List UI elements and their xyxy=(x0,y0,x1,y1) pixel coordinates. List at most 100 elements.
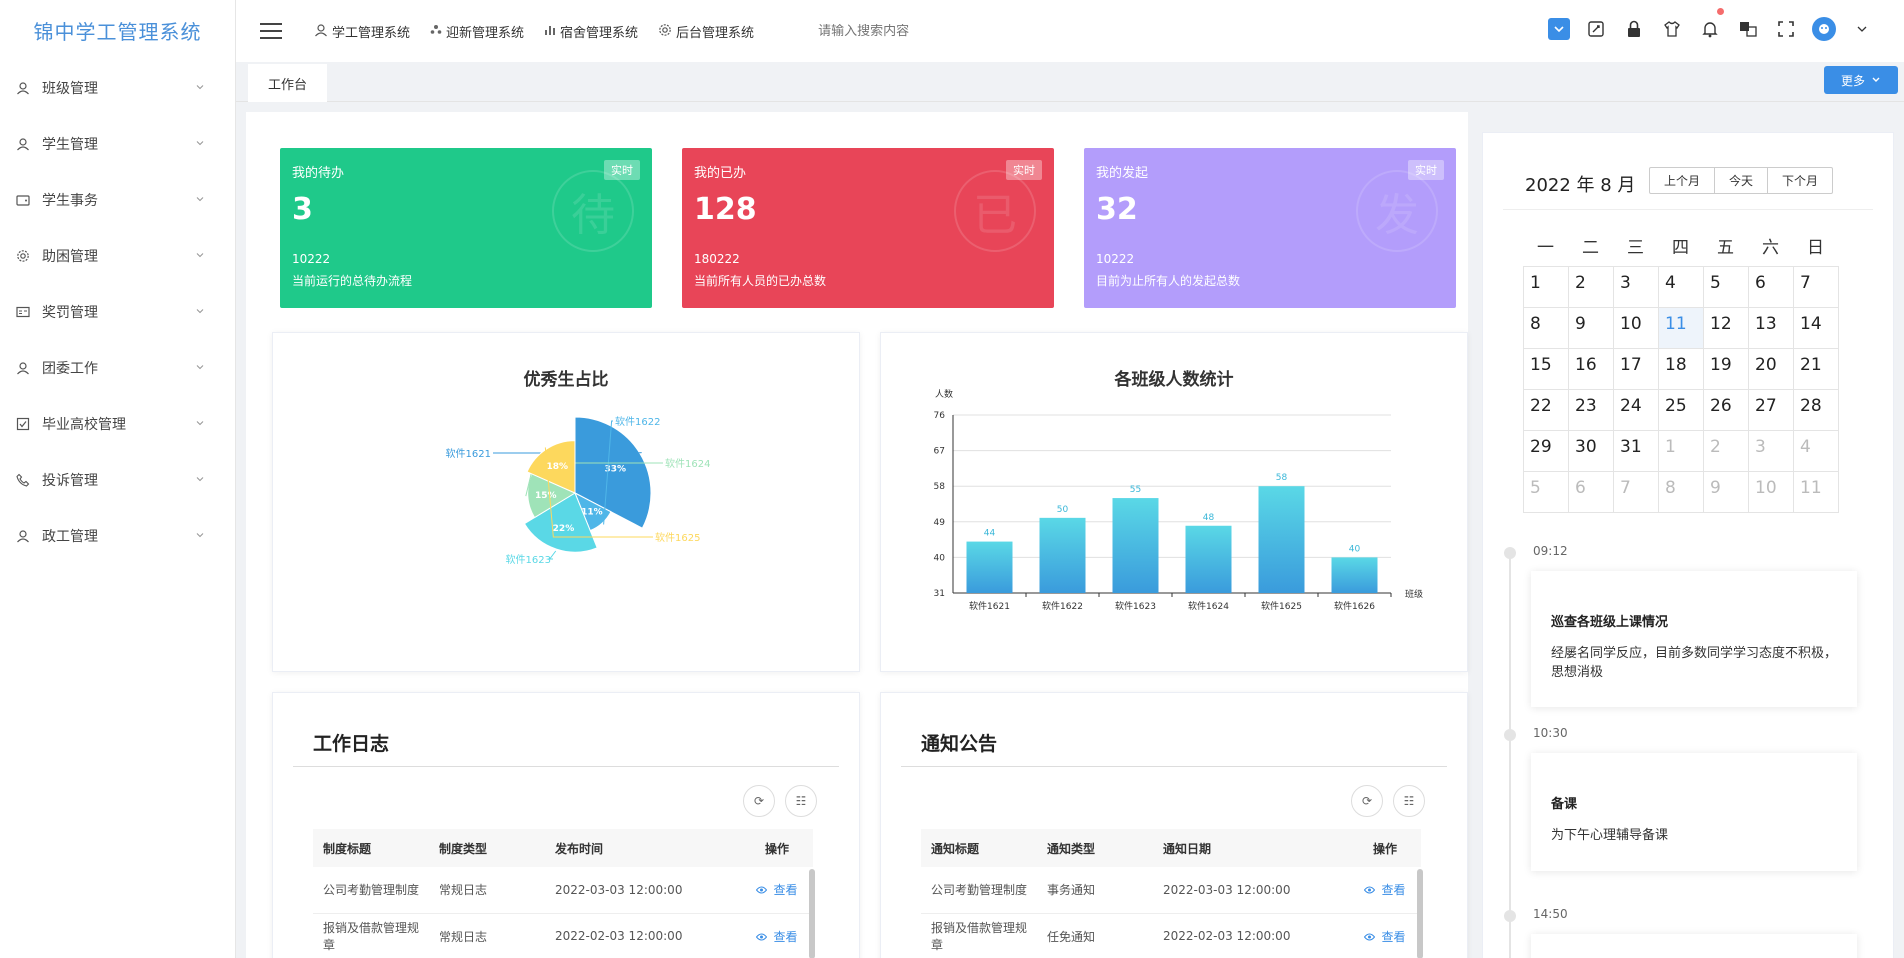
calendar-day[interactable]: 4 xyxy=(1794,431,1839,472)
bar[interactable] xyxy=(1112,498,1159,593)
view-link[interactable]: 查看 xyxy=(1364,930,1406,944)
bar[interactable] xyxy=(966,541,1013,593)
calendar-day[interactable]: 5 xyxy=(1704,267,1749,308)
calendar-day[interactable]: 31 xyxy=(1614,431,1659,472)
sidebar-item[interactable]: 奖罚管理 xyxy=(0,284,235,340)
calendar-day[interactable]: 19 xyxy=(1704,349,1749,390)
stat-card[interactable]: 我的待办 实时 3 待 10222 当前运行的总待办流程 xyxy=(280,148,652,308)
view-link[interactable]: 查看 xyxy=(756,883,798,897)
tab-workbench[interactable]: 工作台 xyxy=(248,64,328,102)
sidebar-item[interactable]: 毕业高校管理 xyxy=(0,396,235,452)
filter-icon[interactable]: ☷ xyxy=(1393,785,1425,817)
top-nav-item[interactable]: 迎新管理系统 xyxy=(430,22,524,41)
sidebar-item[interactable]: 团委工作 xyxy=(0,340,235,396)
calendar-nav-button[interactable]: 今天 xyxy=(1715,168,1769,193)
calendar-day[interactable]: 3 xyxy=(1749,431,1794,472)
calendar-day[interactable]: 10 xyxy=(1614,308,1659,349)
table-header-row: 通知标题 通知类型 通知日期 操作 xyxy=(921,829,1421,867)
fullscreen-icon[interactable] xyxy=(1774,17,1798,41)
stat-card[interactable]: 我的发起 实时 32 发 10222 目前为止所有人的发起总数 xyxy=(1084,148,1456,308)
bar[interactable] xyxy=(1185,525,1232,593)
app-title[interactable]: 锦中学工管理系统 xyxy=(0,0,235,60)
sidebar-item-label: 团委工作 xyxy=(42,361,98,377)
calendar-day[interactable]: 3 xyxy=(1614,267,1659,308)
calendar-day[interactable]: 27 xyxy=(1749,390,1794,431)
bar[interactable] xyxy=(1258,486,1305,593)
chevron-down-icon xyxy=(195,362,205,375)
calendar-day[interactable]: 12 xyxy=(1704,308,1749,349)
calendar-day[interactable]: 10 xyxy=(1749,472,1794,513)
calendar-day[interactable]: 20 xyxy=(1749,349,1794,390)
more-button[interactable]: 更多 xyxy=(1824,66,1898,94)
calendar-day[interactable]: 4 xyxy=(1659,267,1704,308)
translate-icon[interactable] xyxy=(1736,17,1760,41)
sidebar-item[interactable]: 学生事务 xyxy=(0,172,235,228)
calendar-day[interactable]: 23 xyxy=(1569,390,1614,431)
tab-bar: 工作台 更多 xyxy=(236,62,1904,102)
calendar-day[interactable]: 8 xyxy=(1659,472,1704,513)
lock-icon[interactable] xyxy=(1622,17,1646,41)
calendar-day[interactable]: 11 xyxy=(1794,472,1839,513)
calendar-nav: 上个月 今天 下个月 xyxy=(1649,167,1834,194)
timeline-card[interactable]: 备课 为下午心理辅导备课 xyxy=(1531,753,1857,871)
top-nav-item[interactable]: 后台管理系统 xyxy=(658,22,754,41)
calendar-day[interactable]: 16 xyxy=(1569,349,1614,390)
refresh-icon[interactable]: ⟳ xyxy=(743,785,775,817)
top-nav-item[interactable]: 学工管理系统 xyxy=(314,22,410,41)
view-link[interactable]: 查看 xyxy=(1364,883,1406,897)
calendar-nav-button[interactable]: 下个月 xyxy=(1768,168,1832,193)
calendar-day[interactable]: 8 xyxy=(1524,308,1569,349)
calendar-day[interactable]: 14 xyxy=(1794,308,1839,349)
timeline-card[interactable] xyxy=(1531,934,1857,958)
calendar-day[interactable]: 30 xyxy=(1569,431,1614,472)
sidebar-item[interactable]: 学生管理 xyxy=(0,116,235,172)
calendar-day[interactable]: 17 xyxy=(1614,349,1659,390)
sidebar-item[interactable]: 投诉管理 xyxy=(0,452,235,508)
calendar-day[interactable]: 7 xyxy=(1794,267,1839,308)
calendar-day[interactable]: 1 xyxy=(1659,431,1704,472)
calendar-day[interactable]: 1 xyxy=(1524,267,1569,308)
chevron-down-icon[interactable] xyxy=(1850,17,1874,41)
calendar-day[interactable]: 24 xyxy=(1614,390,1659,431)
calendar-day[interactable]: 21 xyxy=(1794,349,1839,390)
avatar[interactable] xyxy=(1812,17,1836,41)
stat-card[interactable]: 我的已办 实时 128 已 180222 当前所有人员的已办总数 xyxy=(682,148,1054,308)
sidebar-item[interactable]: 助困管理 xyxy=(0,228,235,284)
calendar-day[interactable]: 18 xyxy=(1659,349,1704,390)
bar[interactable] xyxy=(1331,557,1378,593)
search-input[interactable] xyxy=(818,23,1099,39)
dropdown-icon[interactable] xyxy=(1548,18,1570,40)
bell-icon[interactable] xyxy=(1698,8,1724,41)
top-nav-item[interactable]: 宿舍管理系统 xyxy=(544,22,638,41)
calendar-day[interactable]: 6 xyxy=(1569,472,1614,513)
timeline-card[interactable]: 巡查各班级上课情况 经屡名同学反应，目前多数同学学习态度不积极，思想消极 xyxy=(1531,571,1857,707)
calendar-day[interactable]: 22 xyxy=(1524,390,1569,431)
calendar-day[interactable]: 9 xyxy=(1569,308,1614,349)
scrollbar[interactable] xyxy=(809,869,815,958)
calendar-day[interactable]: 15 xyxy=(1524,349,1569,390)
calendar-day[interactable]: 5 xyxy=(1524,472,1569,513)
calendar-nav-button[interactable]: 上个月 xyxy=(1650,168,1716,193)
sidebar-item[interactable]: 政工管理 xyxy=(0,508,235,564)
calendar-day[interactable]: 11 xyxy=(1659,308,1704,349)
calendar-day[interactable]: 29 xyxy=(1524,431,1569,472)
filter-icon[interactable]: ☷ xyxy=(785,785,817,817)
calendar-day[interactable]: 2 xyxy=(1704,431,1749,472)
scrollbar[interactable] xyxy=(1417,869,1423,958)
bar[interactable] xyxy=(1039,517,1086,593)
menu-toggle-icon[interactable] xyxy=(260,23,282,39)
calendar-day[interactable]: 2 xyxy=(1569,267,1614,308)
calendar-day[interactable]: 26 xyxy=(1704,390,1749,431)
refresh-icon[interactable]: ⟳ xyxy=(1351,785,1383,817)
gear-icon xyxy=(14,247,32,265)
tools-icon[interactable] xyxy=(1584,17,1608,41)
shirt-icon[interactable] xyxy=(1660,17,1684,41)
calendar-day[interactable]: 13 xyxy=(1749,308,1794,349)
calendar-day[interactable]: 7 xyxy=(1614,472,1659,513)
calendar-day[interactable]: 6 xyxy=(1749,267,1794,308)
calendar-day[interactable]: 28 xyxy=(1794,390,1839,431)
calendar-day[interactable]: 9 xyxy=(1704,472,1749,513)
sidebar-item[interactable]: 班级管理 xyxy=(0,60,235,116)
view-link[interactable]: 查看 xyxy=(756,930,798,944)
calendar-day[interactable]: 25 xyxy=(1659,390,1704,431)
